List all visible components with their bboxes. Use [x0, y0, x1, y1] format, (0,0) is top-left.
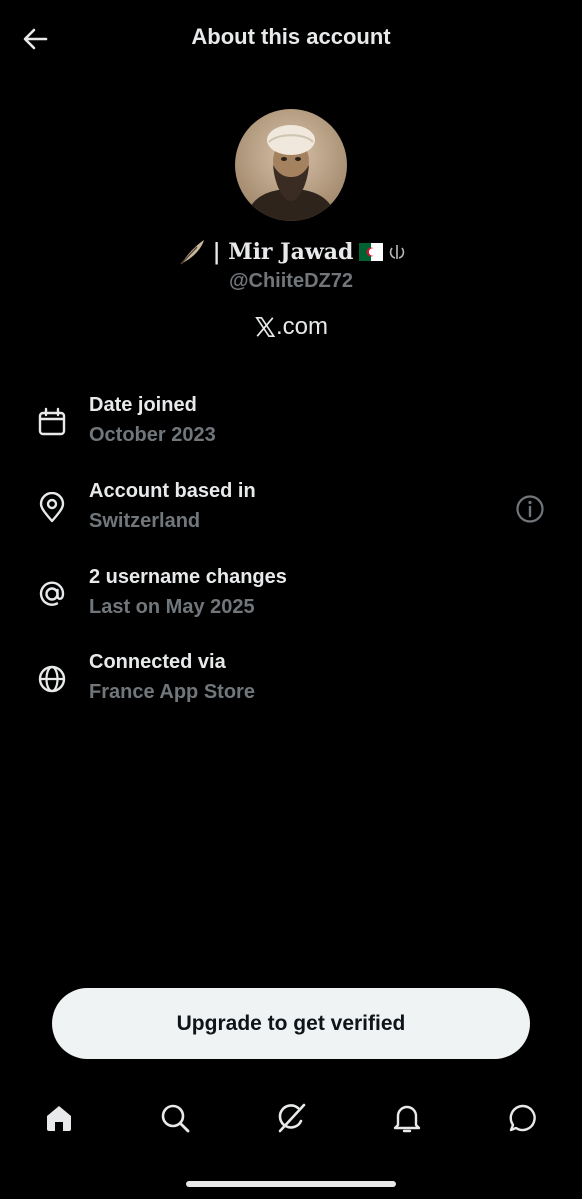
chat-icon	[509, 1104, 536, 1132]
bell-icon	[393, 1105, 421, 1133]
detail-label: Account based in	[89, 480, 256, 502]
globe-icon	[38, 665, 66, 693]
search-icon	[161, 1104, 190, 1133]
top-bar: About this account	[0, 0, 582, 78]
detail-account-location: Account based in Switzerland	[0, 478, 582, 550]
site-domain: .com	[275, 313, 328, 340]
detail-label: Date joined	[89, 394, 197, 416]
avatar[interactable]	[235, 109, 347, 221]
username-handle[interactable]: @ChiiteDZ72	[0, 270, 582, 293]
page-title: About this account	[191, 24, 391, 49]
emblem-icon	[390, 245, 405, 259]
detail-username-changes: 2 username changes Last on May 2025	[0, 564, 582, 636]
detail-label: Connected via	[89, 651, 226, 673]
info-icon[interactable]	[515, 494, 545, 524]
detail-date-joined: Date joined October 2023	[0, 392, 582, 464]
home-indicator[interactable]	[186, 1181, 396, 1187]
detail-connected-via: Connected via France App Store	[0, 649, 582, 721]
detail-value: Last on May 2025	[89, 596, 255, 618]
detail-label: 2 username changes	[89, 566, 287, 588]
tab-messages[interactable]	[505, 1100, 541, 1136]
tab-home[interactable]	[41, 1100, 77, 1136]
tab-search[interactable]	[157, 1100, 193, 1136]
detail-value: France App Store	[89, 681, 255, 703]
detail-value: October 2023	[89, 424, 216, 446]
detail-value: Switzerland	[89, 510, 201, 532]
site-label: .com	[0, 313, 582, 341]
location-pin-icon	[39, 492, 65, 523]
tab-notifications[interactable]	[389, 1100, 425, 1136]
tab-grok[interactable]	[273, 1100, 309, 1136]
bottom-tab-bar	[0, 1090, 582, 1146]
feather-icon	[180, 240, 204, 265]
algeria-flag-icon	[359, 243, 384, 261]
x-logo-icon	[255, 317, 276, 337]
calendar-icon	[38, 407, 66, 436]
grok-icon	[278, 1103, 306, 1133]
display-name-row: | Mir Jawad	[0, 237, 582, 267]
upgrade-verified-button[interactable]: Upgrade to get verified	[52, 988, 530, 1059]
at-sign-icon	[39, 581, 65, 606]
home-icon	[47, 1106, 71, 1131]
display-name: | Mir Jawad	[212, 239, 354, 265]
